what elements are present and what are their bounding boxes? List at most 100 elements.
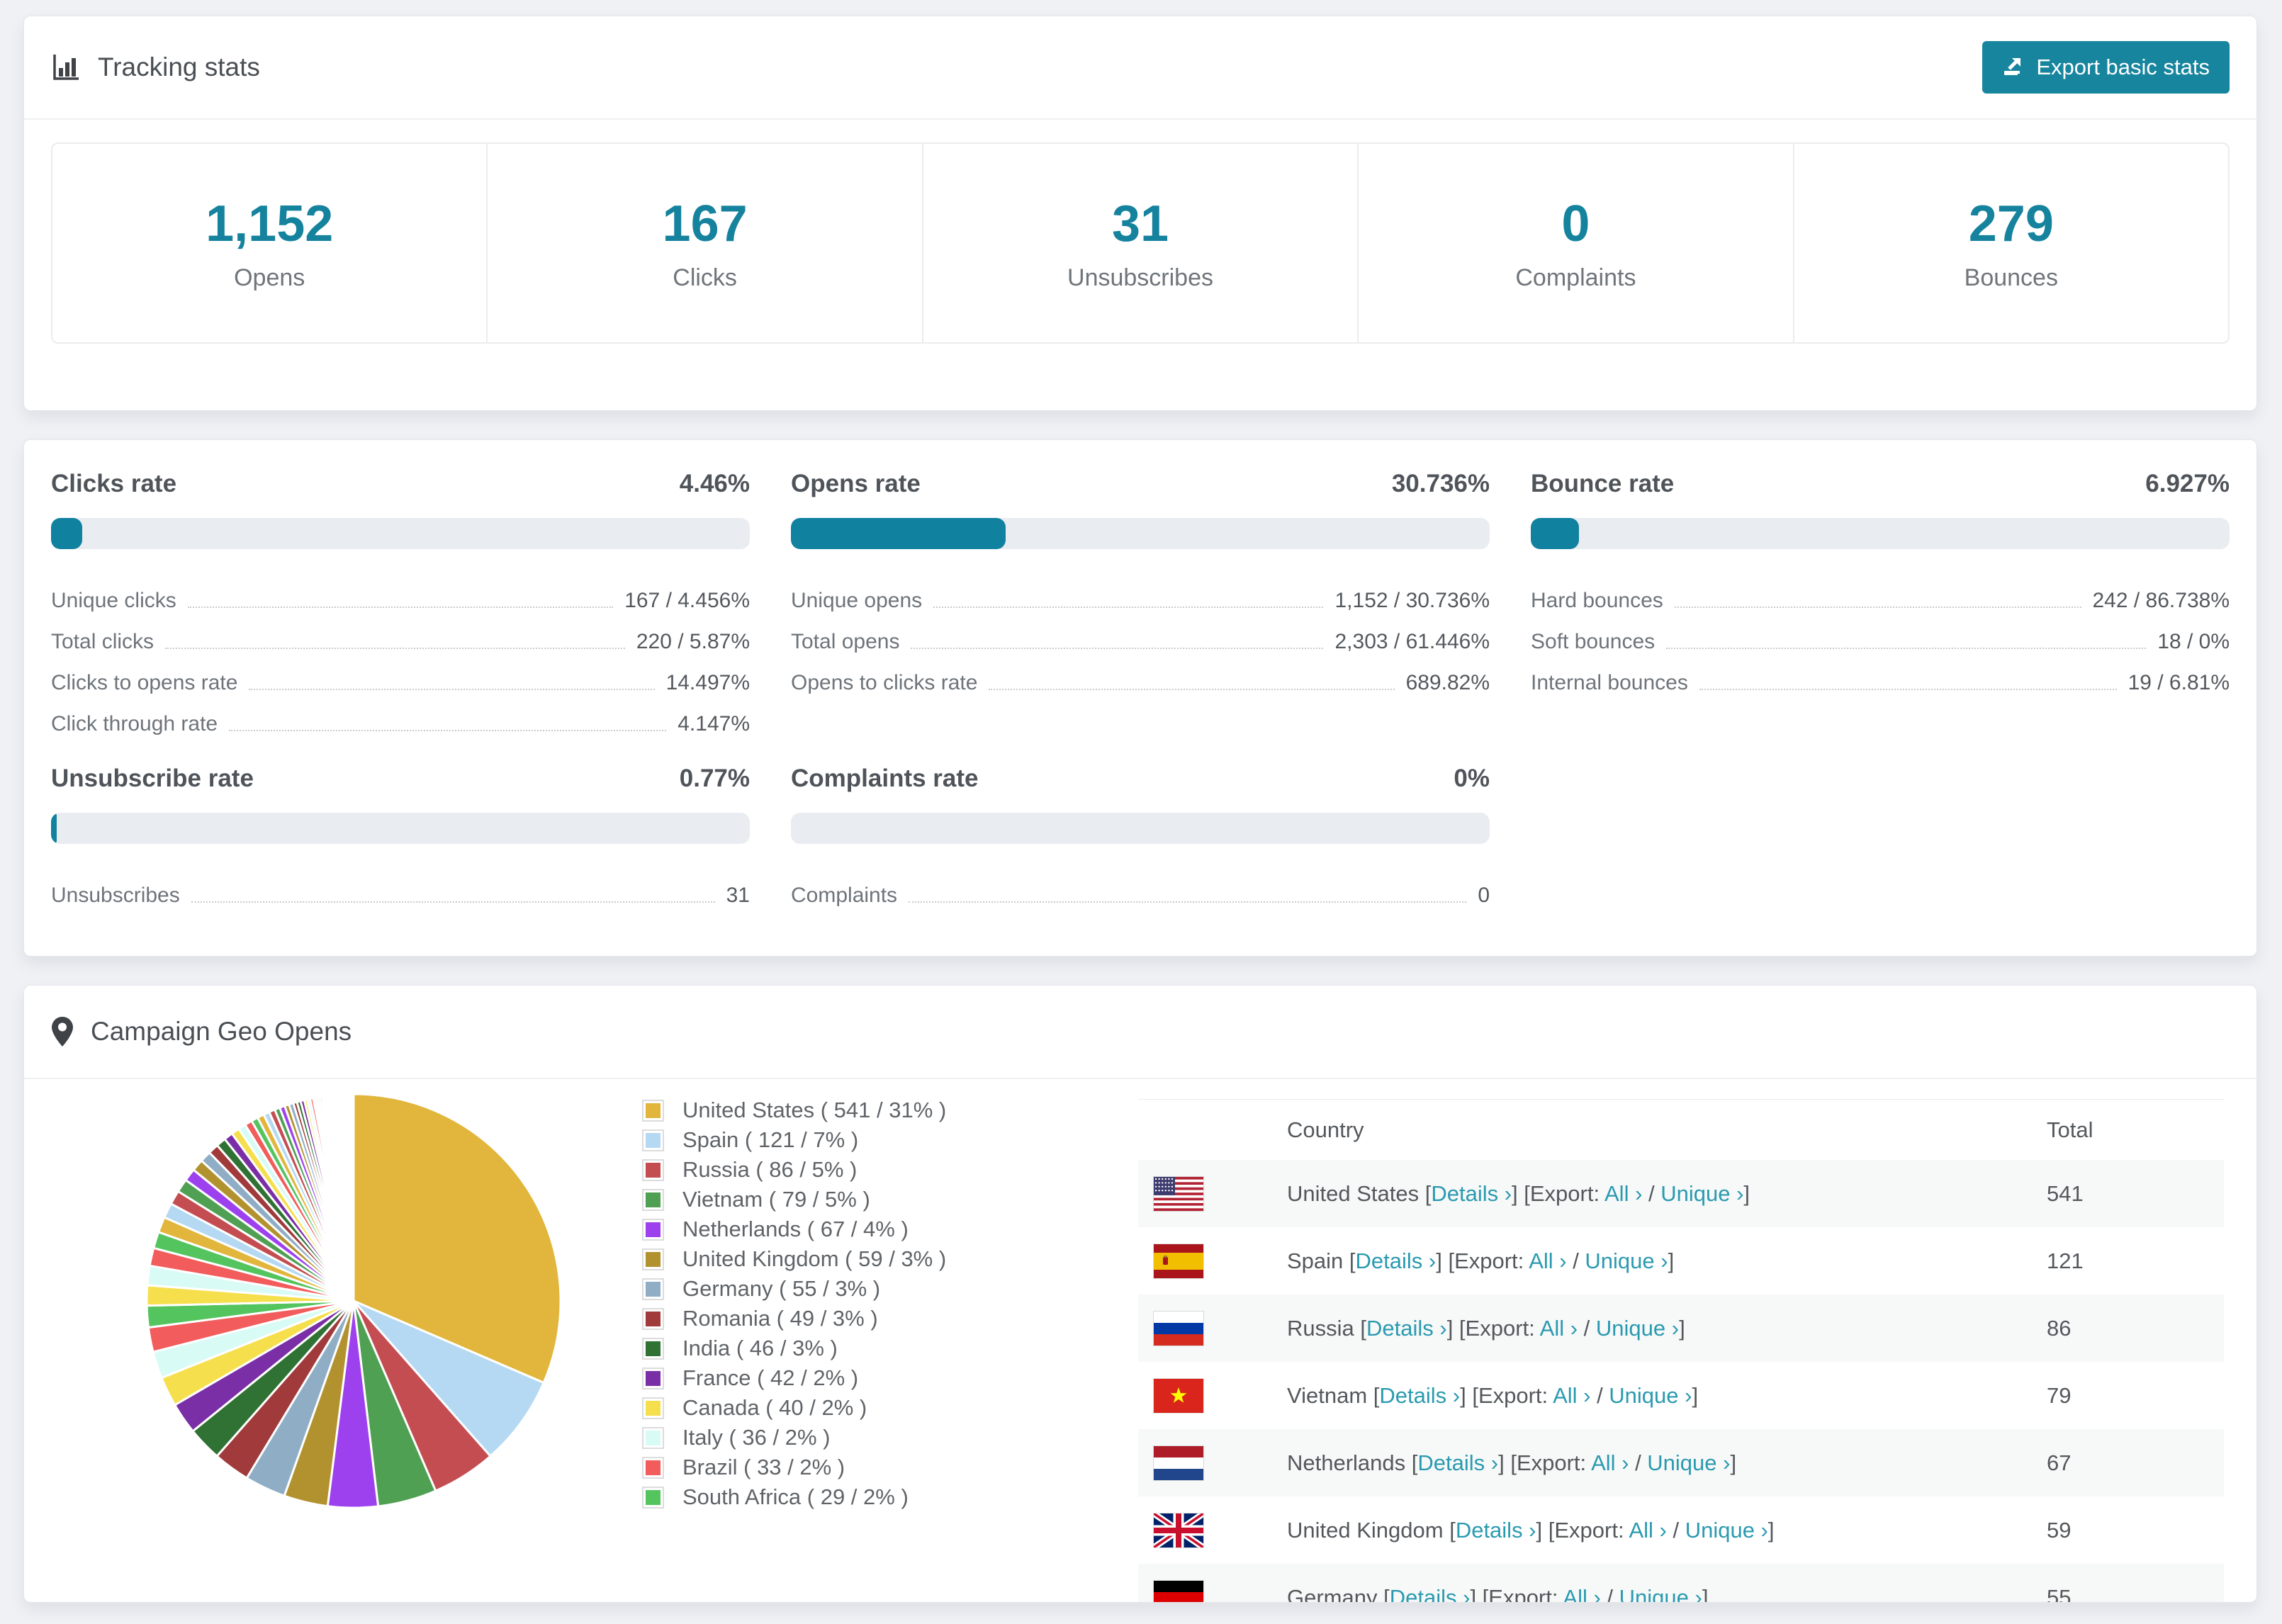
legend-label: Canada ( 40 / 2% ) bbox=[682, 1395, 867, 1420]
geo-export-unique-link[interactable]: Unique › bbox=[1647, 1450, 1730, 1475]
geo-export-unique-link[interactable]: Unique › bbox=[1609, 1383, 1692, 1408]
detail-label: Unique clicks bbox=[51, 588, 176, 612]
geo-details-link[interactable]: Details › bbox=[1356, 1248, 1437, 1273]
legend-item-netherlands[interactable]: Netherlands ( 67 / 4% ) bbox=[642, 1214, 946, 1244]
rate-detail-row-clicks-to-opens-rate: Clicks to opens rate 14.497% bbox=[51, 654, 750, 695]
legend-item-united-kingdom[interactable]: United Kingdom ( 59 / 3% ) bbox=[642, 1244, 946, 1274]
geo-country-cell: Russia [Details ›] [Export: All › / Uniq… bbox=[1287, 1316, 2047, 1341]
link-decoration-text: / bbox=[1600, 1584, 1619, 1603]
rate-detail-rows: Unsubscribes 31 bbox=[51, 867, 750, 908]
geo-export-unique-link[interactable]: Unique › bbox=[1660, 1181, 1743, 1206]
summary-stat-label: Opens bbox=[234, 264, 305, 291]
summary-stat-label: Complaints bbox=[1515, 264, 1636, 291]
geo-legend: United States ( 541 / 31% ) Spain ( 121 /… bbox=[642, 1095, 946, 1512]
rate-detail-row-total-opens: Total opens 2,303 / 61.446% bbox=[791, 613, 1490, 654]
detail-label: Click through rate bbox=[51, 711, 218, 735]
geo-export-unique-link[interactable]: Unique › bbox=[1596, 1316, 1679, 1341]
rate-progress-fill bbox=[791, 518, 1006, 549]
geo-details-link[interactable]: Details › bbox=[1456, 1518, 1536, 1543]
link-decoration-text: ] [Export: bbox=[1498, 1450, 1592, 1475]
legend-label: United Kingdom ( 59 / 3% ) bbox=[682, 1246, 947, 1271]
map-pin-icon bbox=[51, 1016, 74, 1047]
rate-progress-bar bbox=[51, 518, 750, 549]
rate-detail-row-soft-bounces: Soft bounces 18 / 0% bbox=[1531, 613, 2230, 654]
legend-label: Vietnam ( 79 / 5% ) bbox=[682, 1187, 870, 1212]
flag-gb-icon bbox=[1152, 1510, 1205, 1552]
page-title: Tracking stats bbox=[51, 52, 260, 82]
geo-export-unique-link[interactable]: Unique › bbox=[1585, 1248, 1668, 1273]
export-basic-stats-button[interactable]: Export basic stats bbox=[1982, 41, 2230, 94]
flag-vn-icon bbox=[1154, 1378, 1203, 1418]
geo-export-all-link[interactable]: All › bbox=[1591, 1450, 1629, 1475]
geo-details-link[interactable]: Details › bbox=[1390, 1585, 1471, 1603]
header-divider bbox=[24, 118, 2256, 120]
legend-swatch bbox=[642, 1337, 664, 1360]
legend-item-vietnam[interactable]: Vietnam ( 79 / 5% ) bbox=[642, 1185, 946, 1214]
rates-card: Clicks rate 4.46% Unique clicks 167 / 4.456… bbox=[23, 439, 2257, 957]
pie-slice-other-70[interactable] bbox=[352, 1093, 355, 1302]
rate-value: 30.736% bbox=[1391, 470, 1490, 497]
geo-total-cell: 79 bbox=[2047, 1382, 2072, 1408]
link-decoration-text: [ bbox=[1383, 1584, 1390, 1603]
geo-details-link[interactable]: Details › bbox=[1431, 1181, 1512, 1206]
legend-item-spain[interactable]: Spain ( 121 / 7% ) bbox=[642, 1125, 946, 1155]
geo-export-all-link[interactable]: All › bbox=[1563, 1585, 1600, 1603]
geo-export-all-link[interactable]: All › bbox=[1553, 1383, 1590, 1408]
geo-details-link[interactable]: Details › bbox=[1379, 1383, 1460, 1408]
link-decoration-text: ] [Export: bbox=[1470, 1584, 1563, 1603]
detail-label: Hard bounces bbox=[1531, 588, 1663, 612]
summary-stat-clicks: 167 Clicks bbox=[488, 144, 923, 342]
legend-item-india[interactable]: India ( 46 / 3% ) bbox=[642, 1333, 946, 1363]
dotted-leader bbox=[1699, 689, 2117, 690]
rate-header: Opens rate 30.736% bbox=[791, 470, 1490, 498]
legend-item-south-africa[interactable]: South Africa ( 29 / 2% ) bbox=[642, 1482, 946, 1512]
geo-country-name: United States bbox=[1287, 1180, 1425, 1206]
legend-swatch bbox=[642, 1456, 664, 1479]
geo-export-all-link[interactable]: All › bbox=[1604, 1181, 1642, 1206]
detail-value: 0 bbox=[1478, 883, 1490, 907]
geo-details-link[interactable]: Details › bbox=[1366, 1316, 1447, 1341]
legend-item-canada[interactable]: Canada ( 40 / 2% ) bbox=[642, 1393, 946, 1423]
link-decoration-text: ] bbox=[1668, 1248, 1675, 1273]
link-decoration-text: ] bbox=[1692, 1382, 1699, 1408]
detail-value: 242 / 86.738% bbox=[2092, 588, 2230, 612]
link-decoration-text: ] bbox=[1743, 1180, 1750, 1206]
legend-item-united-states[interactable]: United States ( 541 / 31% ) bbox=[642, 1095, 946, 1125]
geo-export-unique-link[interactable]: Unique › bbox=[1685, 1518, 1768, 1543]
legend-swatch bbox=[642, 1307, 664, 1330]
geo-export-all-link[interactable]: All › bbox=[1540, 1316, 1578, 1341]
legend-item-germany[interactable]: Germany ( 55 / 3% ) bbox=[642, 1274, 946, 1304]
link-decoration-text: / bbox=[1629, 1450, 1648, 1475]
geo-export-all-link[interactable]: All › bbox=[1529, 1248, 1566, 1273]
link-decoration-text: [ bbox=[1360, 1315, 1366, 1341]
link-decoration-text: / bbox=[1666, 1517, 1685, 1543]
flag-nl-icon bbox=[1154, 1445, 1203, 1485]
rate-detail-row-unique-clicks: Unique clicks 167 / 4.456% bbox=[51, 572, 750, 613]
legend-swatch bbox=[642, 1426, 664, 1449]
geo-details-link[interactable]: Details › bbox=[1417, 1450, 1498, 1475]
geo-table-header-country: Country bbox=[1287, 1117, 1364, 1142]
rate-value: 0% bbox=[1454, 765, 1490, 792]
geo-total-cell: 59 bbox=[2047, 1517, 2072, 1543]
detail-value: 4.147% bbox=[678, 711, 750, 735]
legend-swatch bbox=[642, 1278, 664, 1300]
legend-label: France ( 42 / 2% ) bbox=[682, 1365, 859, 1390]
rate-section-unsubscribe-rate: Unsubscribe rate 0.77% Unsubscribes 31 bbox=[51, 765, 750, 908]
legend-item-brazil[interactable]: Brazil ( 33 / 2% ) bbox=[642, 1453, 946, 1482]
legend-item-france[interactable]: France ( 42 / 2% ) bbox=[642, 1363, 946, 1393]
summary-stat-opens: 1,152 Opens bbox=[52, 144, 488, 342]
rate-value: 6.927% bbox=[2145, 470, 2230, 497]
geo-table-row-germany: Germany [Details ›] [Export: All › / Uni… bbox=[1138, 1564, 2224, 1603]
detail-label: Clicks to opens rate bbox=[51, 670, 238, 694]
rate-progress-bar bbox=[791, 813, 1490, 844]
rate-detail-rows: Complaints 0 bbox=[791, 867, 1490, 908]
legend-item-russia[interactable]: Russia ( 86 / 5% ) bbox=[642, 1155, 946, 1185]
legend-item-italy[interactable]: Italy ( 36 / 2% ) bbox=[642, 1423, 946, 1453]
summary-stat-value: 31 bbox=[1111, 195, 1169, 252]
detail-label: Complaints bbox=[791, 883, 898, 907]
legend-item-romania[interactable]: Romania ( 49 / 3% ) bbox=[642, 1304, 946, 1333]
geo-export-all-link[interactable]: All › bbox=[1629, 1518, 1666, 1543]
geo-country-cell: Vietnam [Details ›] [Export: All › / Uni… bbox=[1287, 1383, 2047, 1409]
geo-export-unique-link[interactable]: Unique › bbox=[1619, 1585, 1702, 1603]
rate-section-complaints-rate: Complaints rate 0% Complaints 0 bbox=[791, 765, 1490, 908]
